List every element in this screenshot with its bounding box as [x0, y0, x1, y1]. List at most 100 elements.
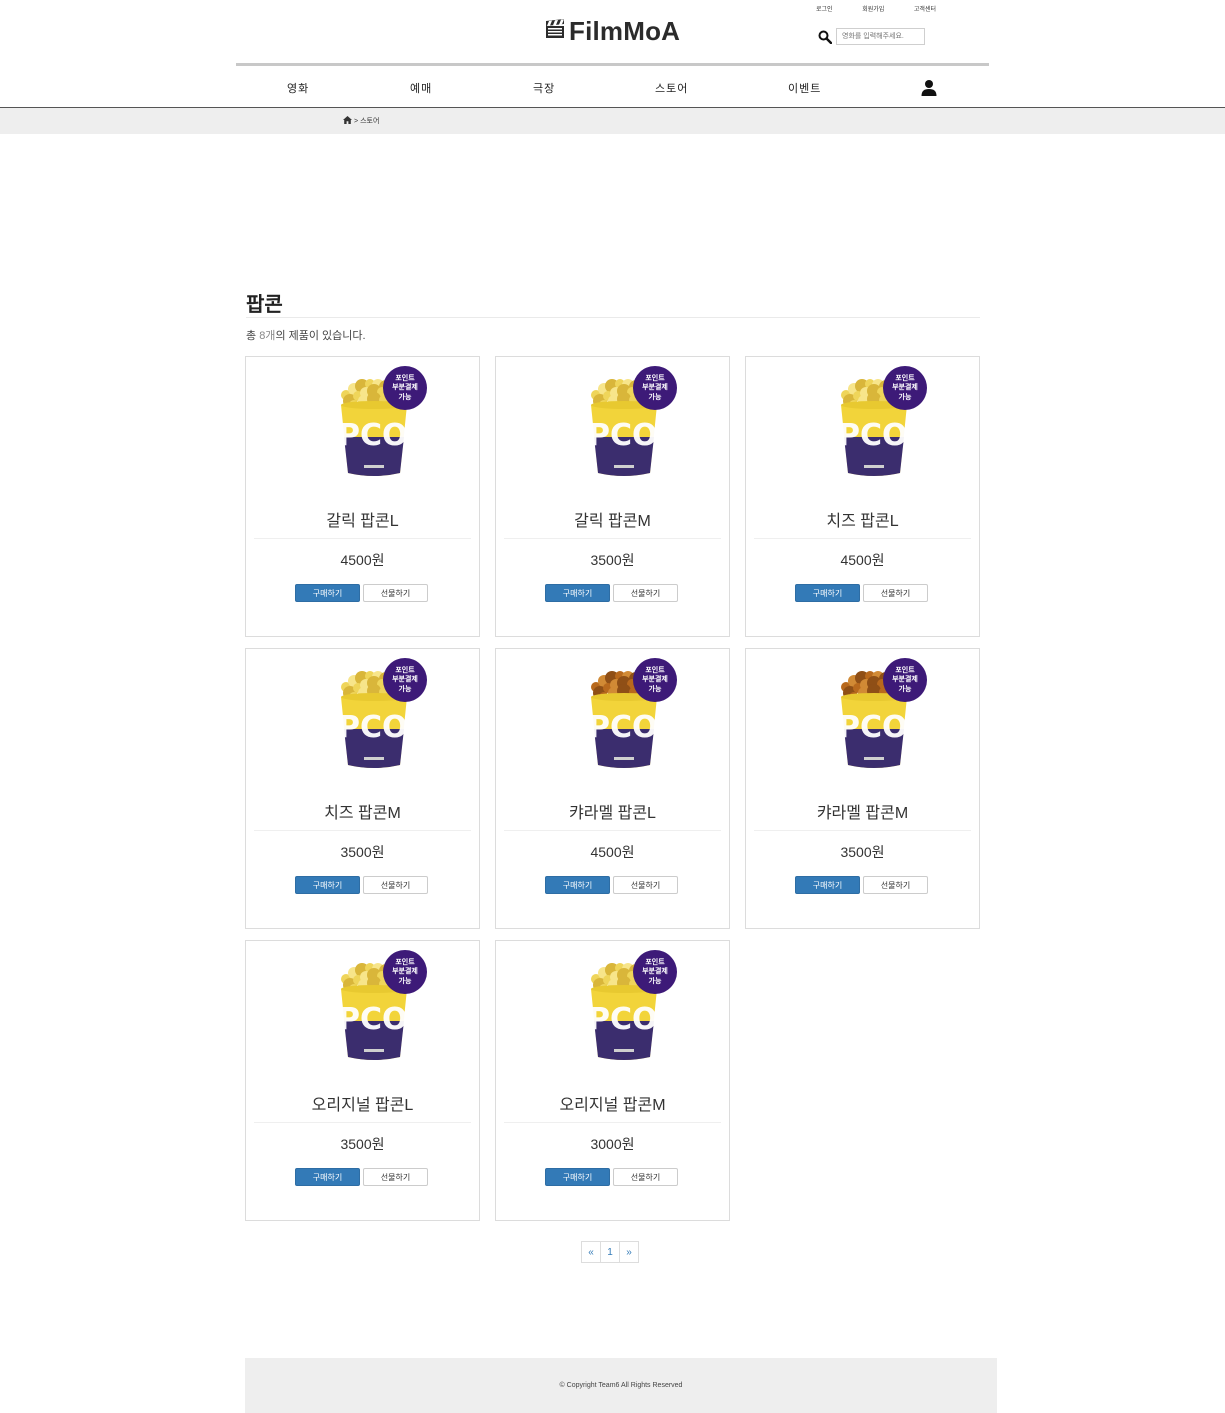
gift-button[interactable]: 선물하기 — [363, 1168, 428, 1186]
svg-text:PCO: PCO — [338, 418, 408, 453]
gift-button[interactable]: 선물하기 — [363, 584, 428, 602]
product-card[interactable]: PCO 포인트 부분결제 가능 갈릭 팝콘M 3500원 구매하기 선물하기 — [495, 356, 730, 637]
logo-text: FilmMoA — [569, 16, 681, 46]
badge-line: 가능 — [898, 393, 912, 401]
main-nav: 영화 예매 극장 스토어 이벤트 — [0, 76, 1225, 102]
product-name[interactable]: 캬라멜 팝콘L — [496, 799, 729, 823]
page-title: 팝콘 — [246, 294, 283, 316]
card-divider — [504, 538, 721, 539]
pagination-page[interactable]: 1 — [600, 1241, 620, 1263]
product-price: 3500원 — [840, 844, 885, 860]
product-price: 4500원 — [840, 552, 885, 568]
buy-button[interactable]: 구매하기 — [795, 876, 860, 894]
product-name[interactable]: 오리지널 팝콘M — [496, 1091, 729, 1115]
card-actions: 구매하기 선물하기 — [295, 584, 428, 602]
gift-button[interactable]: 선물하기 — [363, 876, 428, 894]
product-card[interactable]: PCO 포인트 부분결제 가능 치즈 팝콘M 3500원 구매하기 선물하기 — [245, 648, 480, 929]
card-actions: 구매하기 선물하기 — [795, 584, 928, 602]
product-name[interactable]: 치즈 팝콘L — [746, 507, 979, 531]
gift-button[interactable]: 선물하기 — [613, 584, 678, 602]
nav-item-movie[interactable]: 영화 — [287, 80, 309, 96]
pagination-next[interactable]: » — [619, 1241, 639, 1263]
card-divider — [504, 830, 721, 831]
buy-button[interactable]: 구매하기 — [545, 1168, 610, 1186]
product-count: 총 8개의 제품이 있습니다. — [246, 327, 366, 343]
buy-button[interactable]: 구매하기 — [295, 876, 360, 894]
product-card[interactable]: PCO 포인트 부분결제 가능 오리지널 팝콘M 3000원 구매하기 선물하기 — [495, 940, 730, 1221]
product-name[interactable]: 치즈 팝콘M — [246, 799, 479, 823]
gift-button[interactable]: 선물하기 — [863, 876, 928, 894]
buy-button[interactable]: 구매하기 — [795, 584, 860, 602]
product-count-value: 8개 — [259, 330, 276, 342]
buy-button[interactable]: 구매하기 — [545, 584, 610, 602]
gift-button[interactable]: 선물하기 — [863, 584, 928, 602]
point-badge: 포인트 부분결제 가능 — [383, 366, 427, 410]
product-name[interactable]: 오리지널 팝콘L — [246, 1091, 479, 1115]
product-card[interactable]: PCO 포인트 부분결제 가능 오리지널 팝콘L 3500원 구매하기 선물하기 — [245, 940, 480, 1221]
svg-text:PCO: PCO — [838, 418, 908, 453]
pagination-prev[interactable]: « — [581, 1241, 601, 1263]
product-card[interactable]: PCO 포인트 부분결제 가능 캬라멜 팝콘L 4500원 구매하기 선물하기 — [495, 648, 730, 929]
badge-line: 포인트 — [395, 958, 415, 966]
badge-line: 포인트 — [645, 958, 665, 966]
badge-line: 부분결제 — [392, 384, 418, 392]
badge-line: 가능 — [648, 393, 662, 401]
card-divider — [504, 1122, 721, 1123]
point-badge: 포인트 부분결제 가능 — [633, 950, 677, 994]
buy-button[interactable]: 구매하기 — [295, 1168, 360, 1186]
card-actions: 구매하기 선물하기 — [545, 584, 678, 602]
product-name[interactable]: 갈릭 팝콘L — [246, 507, 479, 531]
gift-button[interactable]: 선물하기 — [613, 876, 678, 894]
breadcrumb-current[interactable]: 스토어 — [360, 116, 379, 126]
card-actions: 구매하기 선물하기 — [545, 1168, 678, 1186]
card-divider — [254, 1122, 471, 1123]
badge-line: 포인트 — [395, 374, 415, 382]
point-badge: 포인트 부분결제 가능 — [883, 658, 927, 702]
card-divider — [754, 830, 971, 831]
nav-item-theater[interactable]: 극장 — [533, 80, 555, 96]
svg-text:PCO: PCO — [338, 1002, 408, 1037]
home-icon[interactable] — [343, 116, 352, 126]
pagination: « 1 » — [581, 1241, 639, 1263]
buy-button[interactable]: 구매하기 — [545, 876, 610, 894]
badge-line: 가능 — [398, 393, 412, 401]
badge-line: 포인트 — [645, 666, 665, 674]
card-divider — [754, 538, 971, 539]
login-link[interactable]: 로그인 — [816, 4, 833, 13]
logo[interactable]: FilmMoA — [544, 16, 680, 47]
signup-link[interactable]: 회원가입 — [862, 4, 884, 13]
svg-text:PCO: PCO — [588, 418, 658, 453]
product-price: 3500원 — [340, 1136, 385, 1152]
svg-text:PCO: PCO — [588, 710, 658, 745]
nav-item-event[interactable]: 이벤트 — [788, 80, 821, 96]
product-card[interactable]: PCO 포인트 부분결제 가능 갈릭 팝콘L 4500원 구매하기 선물하기 — [245, 356, 480, 637]
user-icon[interactable] — [920, 79, 938, 97]
product-name[interactable]: 캬라멜 팝콘M — [746, 799, 979, 823]
badge-line: 부분결제 — [392, 968, 418, 976]
badge-line: 부분결제 — [392, 676, 418, 684]
search-input[interactable] — [836, 28, 925, 45]
support-link[interactable]: 고객센터 — [914, 4, 936, 13]
svg-text:PCO: PCO — [588, 1002, 658, 1037]
svg-text:PCO: PCO — [338, 710, 408, 745]
nav-item-store[interactable]: 스토어 — [655, 80, 688, 96]
product-name[interactable]: 갈릭 팝콘M — [496, 507, 729, 531]
search-icon[interactable] — [816, 28, 833, 45]
card-divider — [254, 538, 471, 539]
buy-button[interactable]: 구매하기 — [295, 584, 360, 602]
breadcrumb: > 스토어 — [343, 116, 379, 126]
badge-line: 가능 — [398, 685, 412, 693]
product-card[interactable]: PCO 포인트 부분결제 가능 치즈 팝콘L 4500원 구매하기 선물하기 — [745, 356, 980, 637]
product-card[interactable]: PCO 포인트 부분결제 가능 캬라멜 팝콘M 3500원 구매하기 선물하기 — [745, 648, 980, 929]
gift-button[interactable]: 선물하기 — [613, 1168, 678, 1186]
clapperboard-icon — [544, 18, 566, 45]
nav-item-booking[interactable]: 예매 — [410, 80, 432, 96]
product-price: 3500원 — [340, 844, 385, 860]
top-links: 로그인 회원가입 고객센터 — [816, 4, 936, 13]
point-badge: 포인트 부분결제 가능 — [633, 366, 677, 410]
product-price: 3000원 — [590, 1136, 635, 1152]
badge-line: 포인트 — [645, 374, 665, 382]
badge-line: 포인트 — [895, 666, 915, 674]
badge-line: 부분결제 — [642, 676, 668, 684]
product-price: 4500원 — [340, 552, 385, 568]
